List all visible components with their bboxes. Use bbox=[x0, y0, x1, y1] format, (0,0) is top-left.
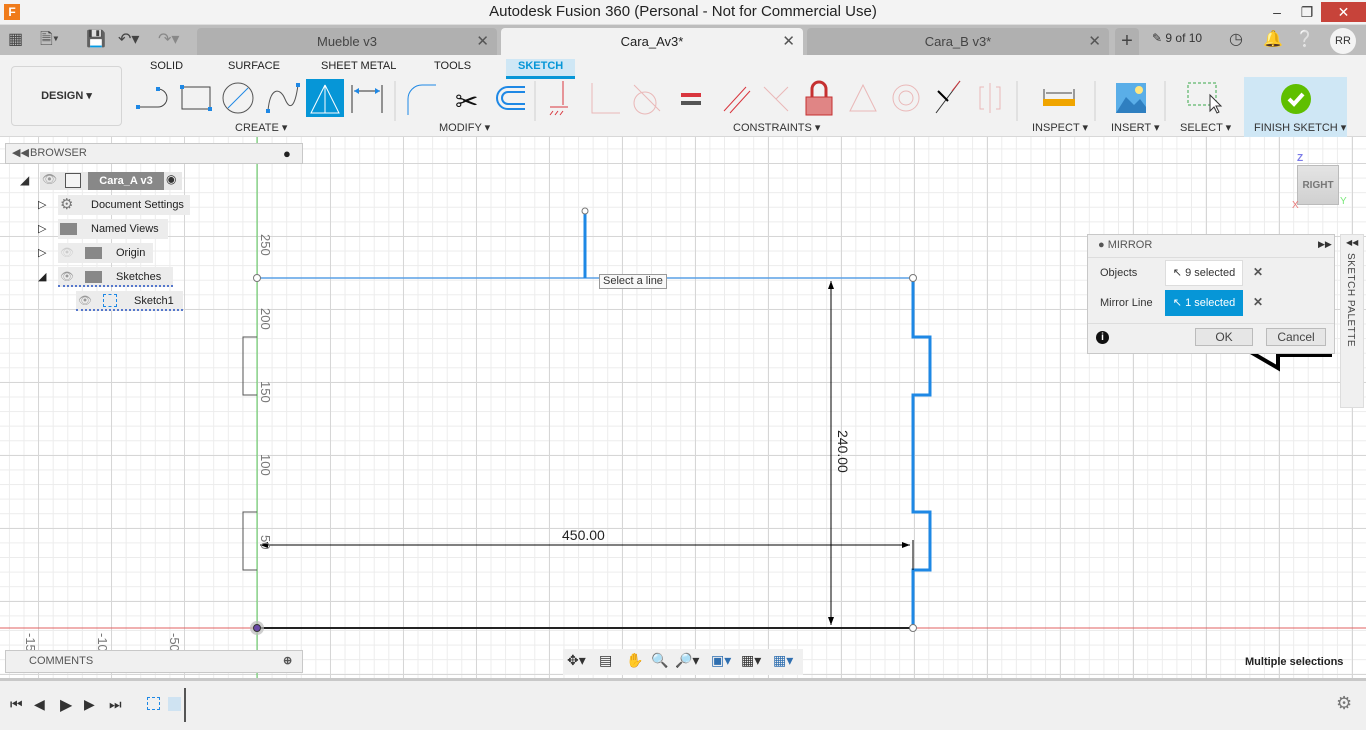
fit-icon[interactable]: 🔎▾ bbox=[675, 652, 699, 669]
ruler-label: 150 bbox=[258, 381, 273, 403]
vertical-dimension[interactable] bbox=[828, 281, 834, 625]
timeline: ⏮ ◀ ▶ ▶ ⏭ ⚙ bbox=[0, 678, 1366, 730]
horizontal-dimension[interactable] bbox=[260, 540, 914, 570]
gear-icon: ⚙ bbox=[60, 196, 74, 213]
clear-objects-icon[interactable]: ✕ bbox=[1253, 265, 1263, 279]
timeline-settings-gear-icon[interactable]: ⚙ bbox=[1336, 693, 1352, 714]
browser-panel-header[interactable]: ◀◀ BROWSER ● bbox=[5, 143, 303, 164]
timeline-sketch-icon[interactable] bbox=[147, 697, 160, 710]
expand-triangle-icon[interactable]: ◢ bbox=[38, 267, 46, 287]
timeline-marker[interactable] bbox=[184, 688, 194, 722]
add-comment-icon[interactable]: ⊕ bbox=[283, 651, 292, 672]
look-at-icon[interactable]: ▤ bbox=[599, 652, 612, 669]
dimension-value-vertical[interactable]: 240.00 bbox=[835, 430, 851, 473]
mirror-dialog-title[interactable]: ● MIRROR bbox=[1098, 239, 1152, 251]
tree-item-sketches[interactable]: ◢ 👁 Sketches bbox=[38, 267, 173, 287]
mirror-line-selector[interactable]: ↖ 1 selected bbox=[1165, 290, 1243, 316]
info-icon[interactable]: i bbox=[1096, 331, 1109, 344]
folder-icon bbox=[60, 223, 77, 235]
sketch-point[interactable] bbox=[909, 274, 917, 282]
visibility-eye-icon[interactable]: 👁 bbox=[42, 172, 57, 186]
ruler-label: 100 bbox=[258, 454, 273, 476]
sketch-palette-tab[interactable]: ◀◀ SKETCH PALETTE bbox=[1340, 234, 1364, 408]
expand-triangle-icon[interactable]: ▷ bbox=[38, 243, 46, 263]
expand-palette-icon[interactable]: ◀◀ bbox=[1346, 238, 1358, 247]
z-axis-label: Z bbox=[1297, 153, 1304, 164]
tree-item-sketch1[interactable]: 👁 Sketch1 bbox=[76, 291, 183, 311]
clear-mirror-line-icon[interactable]: ✕ bbox=[1253, 295, 1263, 309]
visibility-eye-icon[interactable]: 👁 bbox=[60, 267, 74, 287]
ok-button[interactable]: OK bbox=[1195, 328, 1253, 346]
expand-triangle-icon[interactable]: ▷ bbox=[38, 195, 46, 215]
go-to-start-icon[interactable]: ⏮ bbox=[10, 696, 23, 713]
sketch-point[interactable] bbox=[909, 624, 917, 632]
tooltip: Select a line bbox=[599, 274, 667, 289]
selection-status: Multiple selections bbox=[1245, 656, 1344, 668]
minimize-panel-icon[interactable]: ● bbox=[283, 144, 291, 163]
step-back-icon[interactable]: ◀ bbox=[34, 696, 45, 713]
ruler-label: 200 bbox=[258, 308, 273, 330]
navigation-bar: ✥▾ ▤ ✋ 🔍 🔎▾ ▣▾ ▦▾ ▦▾ bbox=[563, 649, 803, 675]
go-to-end-icon[interactable]: ⏭ bbox=[109, 696, 122, 713]
folder-icon bbox=[85, 247, 102, 259]
y-axis-label: Y bbox=[1340, 196, 1347, 207]
folder-icon bbox=[85, 271, 102, 283]
ruler-label: -50 bbox=[167, 633, 182, 652]
hidden-eye-icon[interactable]: 👁 bbox=[60, 243, 74, 263]
step-forward-icon[interactable]: ▶ bbox=[84, 696, 95, 713]
activate-radio-icon[interactable]: ◉ bbox=[166, 172, 176, 186]
visibility-eye-icon[interactable]: 👁 bbox=[78, 291, 92, 311]
grid-settings-icon[interactable]: ▦▾ bbox=[741, 652, 761, 669]
cancel-button[interactable]: Cancel bbox=[1266, 328, 1326, 346]
sketch-point[interactable] bbox=[581, 207, 589, 215]
view-cube[interactable]: RIGHT bbox=[1297, 165, 1339, 205]
orbit-icon[interactable]: ✥▾ bbox=[567, 652, 586, 669]
tree-item-origin[interactable]: ▷ 👁 Origin bbox=[38, 243, 153, 263]
play-icon[interactable]: ▶ bbox=[60, 695, 72, 715]
sketch-profile-selected[interactable] bbox=[911, 278, 932, 628]
collapse-icon[interactable]: ◀◀ bbox=[12, 144, 29, 163]
objects-selector[interactable]: ↖ 9 selected bbox=[1165, 260, 1243, 286]
ruler-label: 250 bbox=[258, 234, 273, 256]
mirror-dialog: ● MIRROR ▶▶ Objects ↖ 9 selected ✕ Mirro… bbox=[1087, 234, 1335, 354]
tree-item-document-settings[interactable]: ▷ ⚙ Document Settings bbox=[38, 195, 190, 215]
component-icon bbox=[65, 173, 81, 188]
display-settings-icon[interactable]: ▣▾ bbox=[711, 652, 731, 669]
sketch-point[interactable] bbox=[253, 274, 261, 282]
tree-item-named-views[interactable]: ▷ Named Views bbox=[38, 219, 168, 239]
tree-root[interactable]: ◢ 👁 Cara_A v3 ◉ bbox=[20, 172, 190, 190]
pan-hand-icon[interactable]: ✋ bbox=[626, 652, 643, 669]
expand-triangle-icon[interactable]: ▷ bbox=[38, 219, 46, 239]
dimension-value-horizontal[interactable]: 450.00 bbox=[562, 527, 605, 543]
viewports-icon[interactable]: ▦▾ bbox=[773, 652, 793, 669]
sketch-geometry bbox=[0, 137, 1366, 678]
comments-panel-header[interactable]: COMMENTS ⊕ bbox=[5, 650, 303, 673]
timeline-feature-icon[interactable] bbox=[168, 697, 181, 711]
origin-point[interactable] bbox=[253, 624, 261, 632]
sketch-bracket[interactable] bbox=[242, 336, 257, 571]
zoom-icon[interactable]: 🔍 bbox=[651, 652, 668, 669]
expand-dialog-icon[interactable]: ▶▶ bbox=[1318, 239, 1332, 250]
sketch-icon bbox=[103, 294, 117, 307]
ruler-label: 50 bbox=[258, 535, 273, 550]
expand-triangle-icon[interactable]: ◢ bbox=[20, 173, 29, 187]
x-axis-label: X bbox=[1292, 200, 1299, 211]
